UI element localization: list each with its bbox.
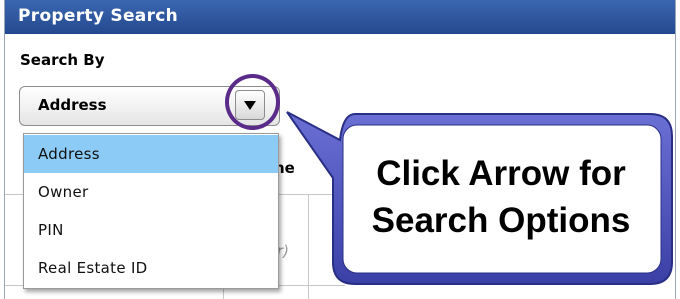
callout-line-1: Click Arrow for xyxy=(376,154,626,193)
callout-line-2: Search Options xyxy=(371,201,631,240)
callout-text: Click Arrow for Search Options xyxy=(336,150,666,244)
